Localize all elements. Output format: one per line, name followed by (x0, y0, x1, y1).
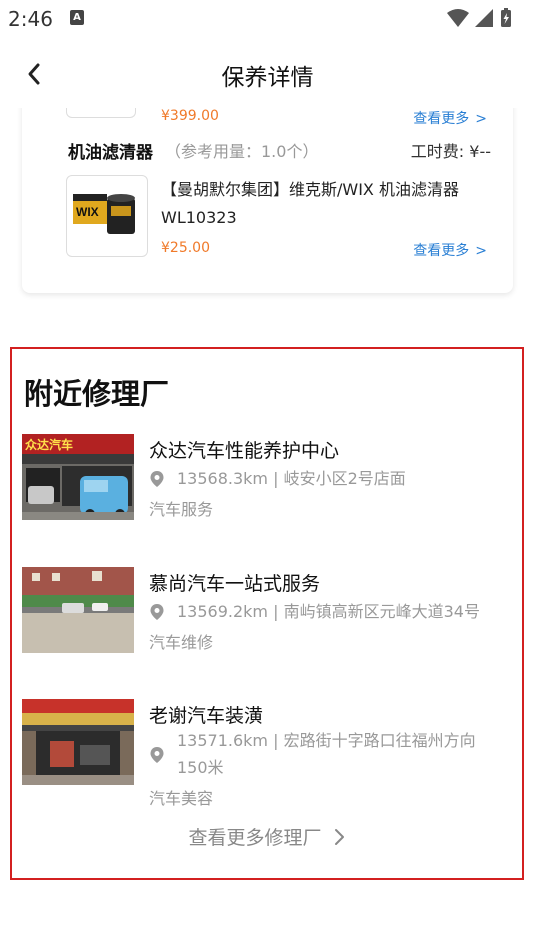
shop-location: 13569.2km | 南屿镇高新区元峰大道34号 (149, 598, 509, 625)
shop-item-2[interactable]: 慕尚汽车一站式服务 13569.2km | 南屿镇高新区元峰大道34号 汽车维修 (22, 567, 512, 667)
status-icons (445, 7, 525, 29)
battery-icon (501, 8, 511, 27)
top-item-price: ¥399.00 (161, 108, 219, 124)
shop-name: 慕尚汽车一站式服务 (149, 573, 321, 595)
shop-item-3[interactable]: 老谢汽车装潢 13571.6km | 宏路街十字路口往福州方向150米 汽车美容 (22, 699, 512, 809)
shop-category: 汽车服务 (149, 500, 214, 519)
part-title: 【曼胡默尔集团】维克斯/WIX 机油滤清器 WL10323 (161, 180, 459, 227)
section-title: 附近修理厂 (24, 377, 170, 411)
more-link-label: 查看更多 (413, 243, 470, 259)
part-name: 机油滤清器 (68, 143, 153, 163)
shop-photo (22, 567, 134, 653)
chevron-right-icon (334, 829, 344, 845)
shop-location: 13571.6km | 宏路街十字路口往福州方向150米 (149, 727, 509, 783)
scroll-content[interactable]: ¥399.00 查看更多 > 机油滤清器 （参考用量：1.0个） 工时费: ¥--… (0, 108, 535, 951)
top-item-image (66, 108, 136, 118)
shop-name: 众达汽车性能养护中心 (149, 440, 340, 462)
notification-icon: A (70, 10, 84, 25)
location-pin-icon (150, 747, 164, 763)
part-more-link[interactable]: 查看更多 > (413, 240, 487, 260)
top-item-more-link[interactable]: 查看更多 > (413, 108, 487, 128)
part-usage: （参考用量：1.0个） (165, 142, 319, 161)
more-shops-link[interactable]: 查看更多修理厂 (12, 823, 522, 850)
chevron-right-icon: > (475, 111, 487, 127)
labor-fee: 工时费: ¥-- (410, 142, 491, 161)
app-bar: 保养详情 (0, 38, 535, 108)
shop-location-text: 13569.2km | 南屿镇高新区元峰大道34号 (177, 602, 480, 621)
location-pin-icon (150, 471, 164, 487)
status-time: 2:46 (8, 7, 53, 31)
nearby-repair-section: 附近修理厂 众达汽车 众达汽车性能养护中心 13568.3km | 岐安小区2号… (10, 347, 524, 880)
shop-sign-text: 众达汽车 (25, 437, 73, 452)
chevron-right-icon: > (475, 243, 487, 259)
shop-category: 汽车维修 (149, 633, 214, 652)
shop-item-1[interactable]: 众达汽车 众达汽车性能养护中心 13568.3km | 岐安小区2号店面 汽车服… (22, 434, 512, 534)
shop-location-text: 13568.3km | 岐安小区2号店面 (177, 469, 406, 488)
location-pin-icon (150, 604, 164, 620)
brand-logo-text: WIX (76, 205, 99, 219)
more-link-label: 查看更多 (413, 111, 470, 127)
shop-photo: 众达汽车 (22, 434, 134, 520)
shop-location-text: 13571.6km | 宏路街十字路口往福州方向150米 (177, 731, 476, 777)
status-bar: 2:46 A (0, 0, 535, 38)
parts-card: ¥399.00 查看更多 > 机油滤清器 （参考用量：1.0个） 工时费: ¥--… (22, 108, 513, 293)
shop-photo (22, 699, 134, 785)
shop-location: 13568.3km | 岐安小区2号店面 (149, 465, 509, 492)
shop-category: 汽车美容 (149, 789, 214, 808)
oil-filter-image[interactable]: WIX (66, 175, 148, 257)
page-title: 保养详情 (221, 65, 314, 91)
shop-name: 老谢汽车装潢 (149, 705, 264, 727)
wifi-icon (447, 9, 469, 27)
part-price: ¥25.00 (161, 240, 210, 256)
more-shops-label: 查看更多修理厂 (188, 827, 322, 849)
signal-icon (475, 9, 493, 27)
